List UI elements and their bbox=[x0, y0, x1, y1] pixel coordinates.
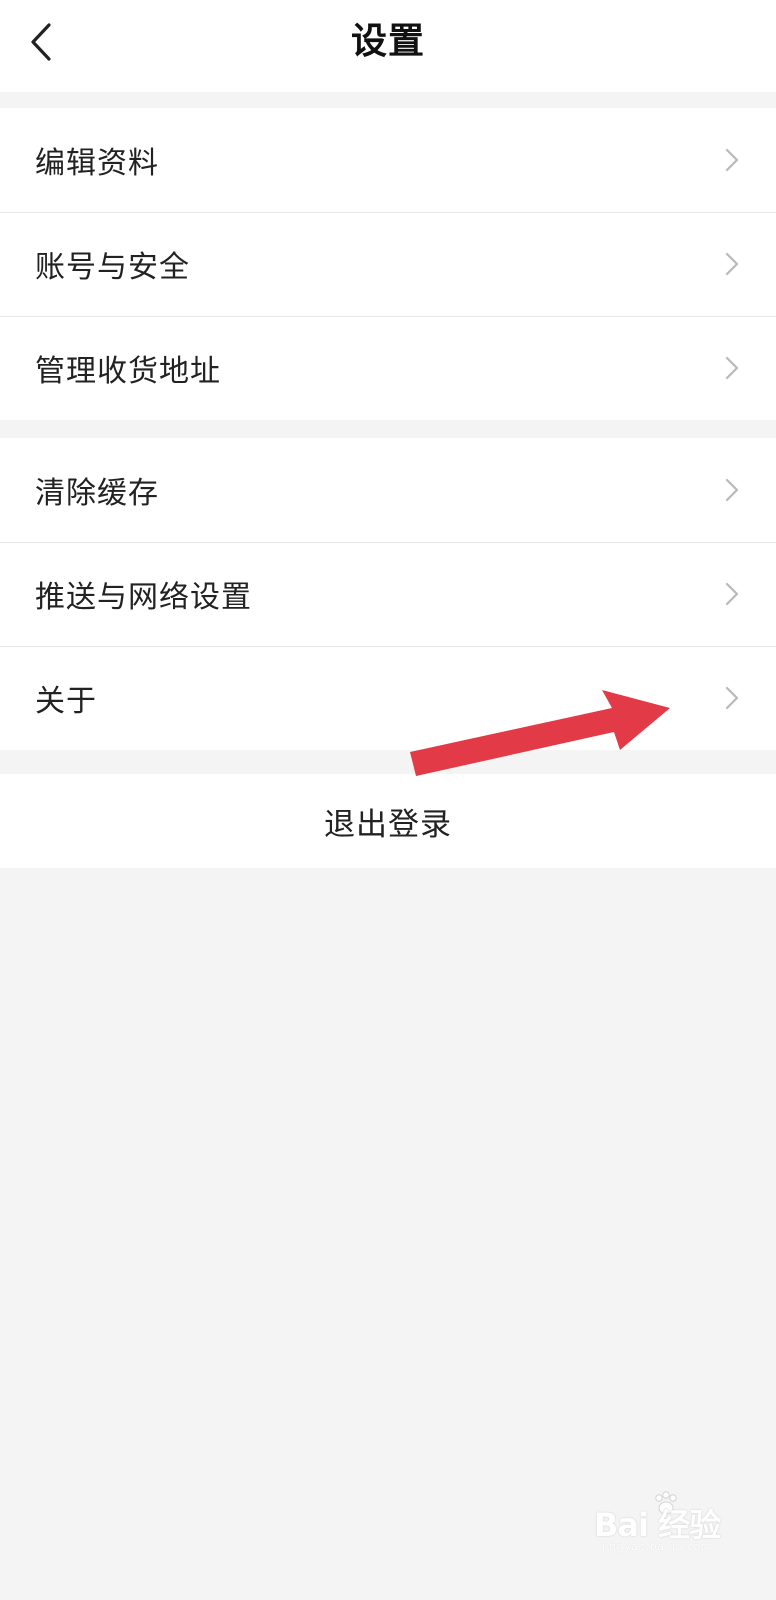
logout-label: 退出登录 bbox=[324, 806, 452, 843]
row-push-network-settings[interactable]: 推送与网络设置 bbox=[0, 542, 776, 646]
row-clear-cache[interactable]: 清除缓存 bbox=[0, 438, 776, 542]
page-title: 设置 bbox=[350, 21, 425, 62]
chevron-right-icon bbox=[720, 478, 744, 502]
row-label: 账号与安全 bbox=[35, 250, 190, 285]
watermark-subtext: jingyan.baidu.com bbox=[602, 1540, 713, 1553]
chevron-right-icon bbox=[720, 356, 744, 380]
row-label: 编辑资料 bbox=[35, 146, 159, 181]
row-label: 清除缓存 bbox=[35, 476, 159, 511]
row-about[interactable]: 关于 bbox=[0, 646, 776, 750]
logout-button[interactable]: 退出登录 bbox=[0, 774, 776, 868]
row-edit-profile[interactable]: 编辑资料 bbox=[0, 108, 776, 212]
row-label: 推送与网络设置 bbox=[35, 580, 252, 615]
top-bar: 设置 bbox=[0, 0, 776, 92]
chevron-right-icon bbox=[720, 252, 744, 276]
row-account-security[interactable]: 账号与安全 bbox=[0, 212, 776, 316]
row-manage-address[interactable]: 管理收货地址 bbox=[0, 316, 776, 420]
watermark-text: Bai 经验 bbox=[594, 1506, 721, 1544]
chevron-right-icon bbox=[720, 148, 744, 172]
baidu-jingyan-watermark: Bai 经验 jingyan.baidu.com bbox=[594, 1490, 744, 1560]
settings-group-app: 清除缓存 推送与网络设置 关于 bbox=[0, 438, 776, 750]
row-label: 管理收货地址 bbox=[35, 354, 221, 389]
chevron-right-icon bbox=[720, 686, 744, 710]
chevron-right-icon bbox=[720, 582, 744, 606]
row-label: 关于 bbox=[35, 684, 97, 719]
settings-group-account: 编辑资料 账号与安全 管理收货地址 bbox=[0, 108, 776, 420]
paw-icon bbox=[655, 1491, 677, 1515]
